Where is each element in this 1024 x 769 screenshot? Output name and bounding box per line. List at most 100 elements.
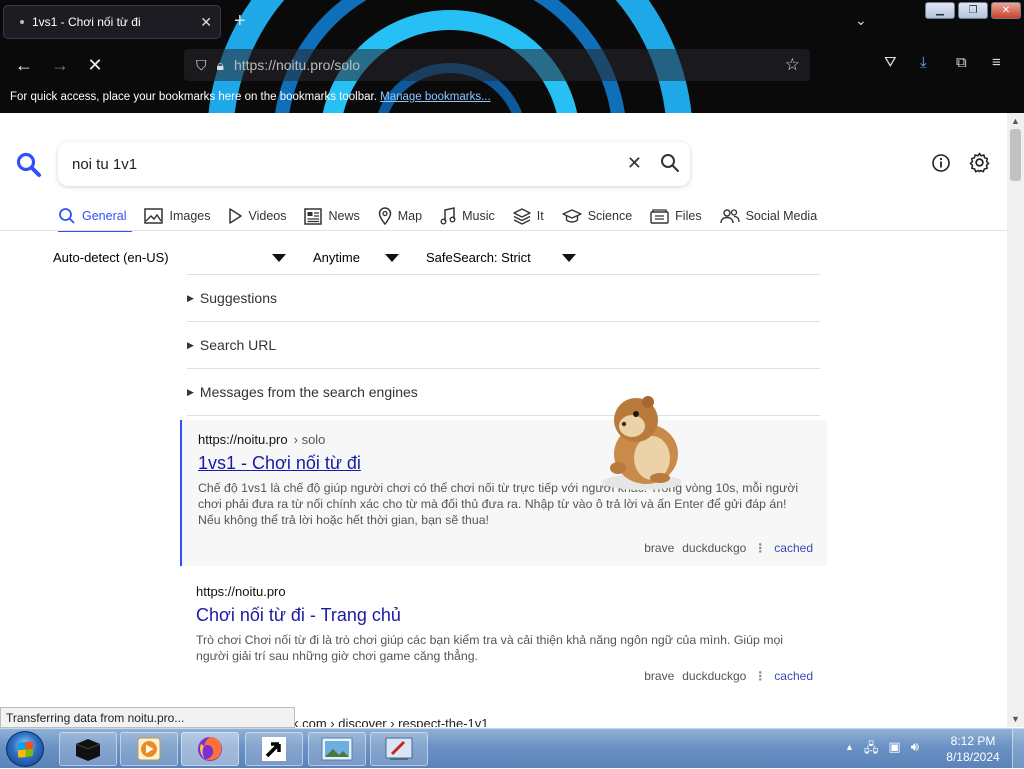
browser-chrome: 1vs1 - Chơi nối từ đi ✕ + ⌄ ▁ ❐ ✕ ← → ✕ … [0,0,1024,113]
layers-icon [513,207,531,225]
result-item: https://noitu.pro › solo 1vs1 - Chơi nối … [180,420,827,566]
taskbar-app-terminal[interactable] [59,732,117,766]
page-scrollbar[interactable]: ▲ ▼ [1007,113,1024,727]
suggestions-toggle[interactable]: ▶ Suggestions [187,274,820,321]
cached-link[interactable]: cached [774,669,813,683]
cached-link[interactable]: cached [774,541,813,555]
result-title-link[interactable]: 1vs1 - Chơi nối từ đi [198,453,361,474]
tab-active[interactable]: 1vs1 - Chơi nối từ đi ✕ [3,5,221,39]
lock-icon[interactable]: 🔒︎ [217,57,224,74]
graduation-cap-icon [561,209,582,223]
tab-images[interactable]: Images [144,204,210,228]
tab-label: Social Media [745,209,818,223]
play-icon [229,208,243,224]
engine-label: duckduckgo [682,669,747,683]
result-url[interactable]: https://noitu.pro [196,584,811,599]
manage-bookmarks-link[interactable]: Manage bookmarks... [380,91,491,103]
taskbar-app-editor[interactable] [370,732,428,766]
clock-time: 8:12 PM [950,734,996,748]
shield-icon[interactable]: ⛉ [196,57,207,74]
volume-icon[interactable]: 🔊︎ [911,739,919,761]
show-hidden-icons-icon[interactable]: ▲ [845,742,854,761]
result-snippet: Trò chơi Chơi nối từ đi là trò chơi giúp… [196,633,784,663]
safesearch-select[interactable]: SafeSearch: Strict [426,250,531,265]
scroll-thumb[interactable] [1010,129,1021,181]
terminal-app-icon [75,739,101,761]
more-options-icon[interactable]: ⋮ [754,669,766,683]
tab-files[interactable]: Files [650,204,702,228]
forward-arrow-icon[interactable]: → [47,52,73,78]
menu-icon[interactable]: ≡ [992,54,1001,71]
engine-messages-toggle[interactable]: ▶ Messages from the search engines [187,368,820,415]
start-button[interactable] [6,731,44,767]
tab-loading-dot [20,20,24,24]
next-result-url[interactable]: k.com › discover › respect-the-1v1 [292,716,489,727]
url-text[interactable]: https://noitu.pro/solo [234,57,360,73]
network-icon[interactable]: 🖧︎ [864,739,879,761]
result-snippet: Chế độ 1vs1 là chế độ giúp người chơi có… [198,481,799,527]
search-url-toggle[interactable]: ▶ Search URL [187,321,820,368]
close-tab-icon[interactable]: ✕ [200,14,212,31]
time-range-select[interactable]: Anytime [313,250,360,265]
gear-icon[interactable] [968,151,991,174]
newspaper-icon [304,207,323,225]
taskbar-clock[interactable]: 8:12 PM 8/18/2024 [940,733,1006,765]
show-desktop-button[interactable] [1012,729,1024,769]
bookmark-star-icon[interactable]: ☆ [785,55,800,75]
close-window-button[interactable]: ✕ [991,2,1021,19]
address-bar[interactable]: ⛉ 🔒︎ https://noitu.pro/solo ☆ [184,49,810,81]
scroll-down-icon[interactable]: ▼ [1011,714,1020,724]
chevron-down-icon[interactable] [385,254,399,262]
back-arrow-icon[interactable]: ← [11,52,37,78]
tab-map[interactable]: Map [378,204,422,228]
chevron-down-icon[interactable] [272,254,286,262]
taskbar-app-firefox[interactable] [181,732,239,766]
scroll-up-icon[interactable]: ▲ [1011,116,1020,126]
download-icon[interactable]: ⤓ [920,54,927,71]
chevron-down-icon[interactable] [562,254,576,262]
tab-videos[interactable]: Videos [228,204,286,228]
tab-label: Music [462,209,495,223]
engine-label: brave [644,541,675,555]
files-icon [650,209,669,224]
tab-general[interactable]: General [58,204,133,232]
stop-loading-icon[interactable]: ✕ [82,52,108,78]
bookmarks-hint: For quick access, place your bookmarks h… [10,91,377,103]
search-icon[interactable] [660,153,680,173]
tab-news[interactable]: News [304,204,360,228]
triangle-right-icon: ▶ [187,292,194,303]
taskbar-app-arrow-tool[interactable] [245,732,303,766]
system-tray: ▲ 🖧︎ ▣ 🔊︎ [845,739,919,761]
taskbar-app-image-viewer[interactable] [308,732,366,766]
new-tab-icon[interactable]: + [234,10,246,33]
chevron-down-icon[interactable]: ⌄ [855,12,867,29]
monitor-icon[interactable]: ▣ [888,739,900,761]
minimize-button[interactable]: ▁ [925,2,955,19]
category-divider [0,230,1007,231]
tab-social-media[interactable]: Social Media [719,204,818,228]
result-url[interactable]: https://noitu.pro › solo [198,432,811,447]
result-engines: brave duckduckgo ⋮ cached [644,669,813,683]
time-range-value: Anytime [313,250,360,265]
people-icon [719,209,740,224]
language-select[interactable]: Auto-detect (en-US) [53,250,169,265]
tab-it[interactable]: It [513,204,544,228]
navigation-toolbar: ← → ✕ ⛉ 🔒︎ https://noitu.pro/solo ☆ ⛛ ⤓ … [0,46,1024,84]
restore-button[interactable]: ❐ [958,2,988,19]
tab-science[interactable]: Science [561,204,632,228]
taskbar-app-media-player[interactable] [120,732,178,766]
info-icon[interactable] [931,153,951,173]
search-input[interactable] [72,155,612,173]
tab-label: It [536,209,544,223]
searxng-logo-icon[interactable] [16,152,42,178]
result-title-link[interactable]: Chơi nối từ đi - Trang chủ [196,605,401,626]
engine-label: brave [644,669,675,683]
arrow-cursor-icon [262,737,286,761]
hamster-desktop-pet[interactable] [596,386,688,494]
pocket-icon[interactable]: ⛛ [884,54,897,71]
details-label: Search URL [199,337,277,353]
more-options-icon[interactable]: ⋮ [754,541,766,555]
extensions-icon[interactable]: ⧉ [956,54,967,71]
tab-music[interactable]: Music [440,204,495,228]
clear-search-icon[interactable]: ✕ [627,153,642,174]
